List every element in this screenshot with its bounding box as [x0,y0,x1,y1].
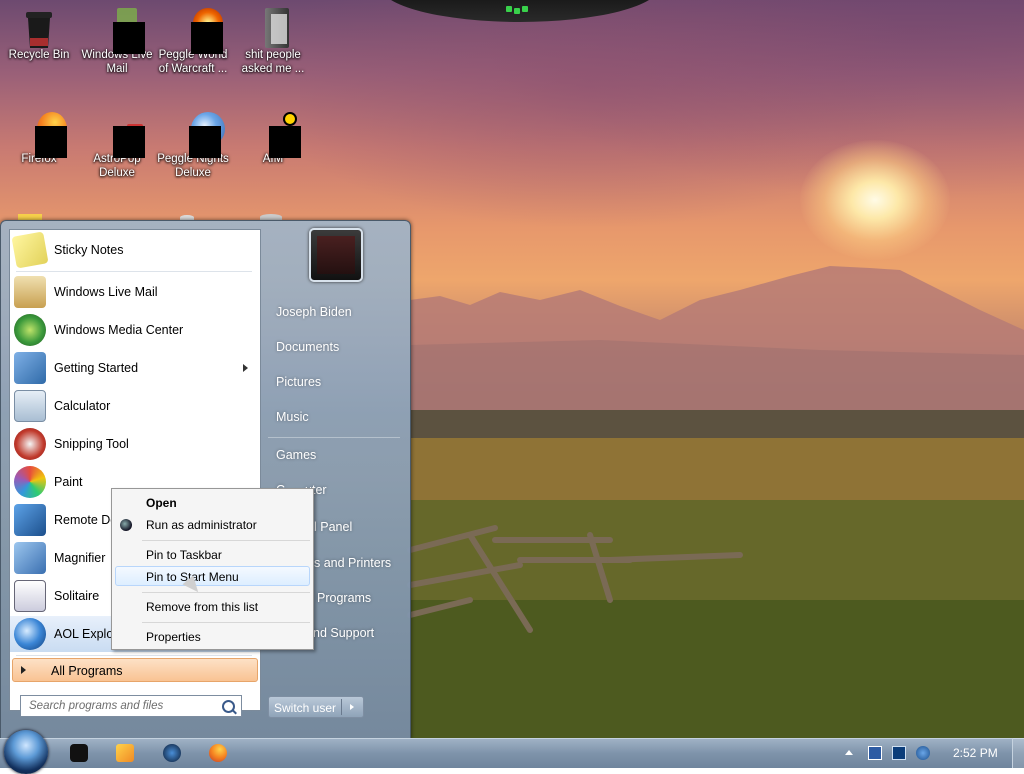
start-right-pictures[interactable]: Pictures [276,375,321,389]
desktop-icon-folder[interactable]: shit people asked me ... [235,8,311,76]
sticky-notes-icon [11,231,49,269]
desktop-icon-label: Recycle Bin [8,49,70,61]
remote-desktop-icon [14,504,46,536]
context-run-as-admin[interactable]: Run as administrator [146,518,257,532]
network-icon[interactable] [868,746,882,760]
submenu-arrow-icon [243,364,248,372]
pinned-separator [16,271,252,272]
astropop-icon [99,112,145,158]
recycle-bin-icon [21,8,57,48]
snipping-tool-icon [14,428,46,460]
right-separator [268,437,400,438]
firefox-icon [21,112,67,158]
shutdown-options-arrow-icon[interactable] [350,704,354,710]
start-right-devices-printers[interactable]: s and Printers [314,556,391,570]
context-open[interactable]: Open [146,496,177,510]
display-icon[interactable] [892,746,906,760]
start-right-music[interactable]: Music [276,410,309,424]
context-separator [142,592,310,593]
program-sticky-notes[interactable]: Sticky Notes [10,231,260,269]
start-right-default-programs[interactable]: Programs [317,591,371,605]
desktop-icon-label: shit people asked me ... [241,49,305,75]
desktop-icon-windows-live-mail[interactable]: Windows Live Mail [79,8,155,76]
magnifier-icon [14,542,46,574]
folder-icon [255,8,291,48]
start-right-help-support[interactable]: nd Support [313,626,374,640]
program-windows-media-center[interactable]: Windows Media Center [10,312,260,348]
calculator-icon [14,390,46,422]
desktop-icon-aim[interactable]: AIM [235,112,311,166]
start-right-documents[interactable]: Documents [276,340,339,354]
paint-icon [14,466,46,498]
peggle-icon [175,8,223,54]
all-programs-separator [16,655,252,656]
switch-user-button[interactable]: Switch user [268,696,364,718]
context-separator [142,540,310,541]
media-player-icon[interactable] [116,744,134,762]
program-calculator[interactable]: Calculator [10,388,260,424]
aim-icon [255,112,301,158]
desktop-icon-peggle-nights[interactable]: Peggle Nights Deluxe [155,112,231,180]
desktop-icon-astropop[interactable]: AstroPop Deluxe [79,112,155,180]
volume-icon[interactable] [916,746,930,760]
aol-icon[interactable] [163,744,181,762]
context-remove-from-list[interactable]: Remove from this list [146,600,258,614]
mail-icon [14,276,46,308]
windows-live-mail-icon [99,8,145,54]
peggle-nights-icon [175,112,225,158]
program-snipping-tool[interactable]: Snipping Tool [10,426,260,462]
search-placeholder: Search programs and files [29,700,164,712]
start-right-control-panel[interactable]: l Panel [314,520,352,534]
context-properties[interactable]: Properties [146,630,201,644]
context-pin-taskbar[interactable]: Pin to Taskbar [146,548,222,562]
user-avatar[interactable] [309,228,363,282]
program-windows-live-mail[interactable]: Windows Live Mail [10,274,260,310]
desktop-icon-peggle-wow[interactable]: Peggle World of Warcraft ... [155,8,231,76]
search-box[interactable]: Search programs and files [20,695,242,717]
app-icon[interactable] [70,744,88,762]
context-separator [142,622,310,623]
show-desktop-button[interactable] [1012,738,1024,768]
getting-started-icon [14,352,46,384]
media-center-icon [14,314,46,346]
solitaire-icon [14,580,46,612]
program-getting-started[interactable]: Getting Started [10,350,260,386]
uac-shield-icon [120,519,132,531]
all-programs-button[interactable]: All Programs [12,658,258,682]
context-menu: Open Run as administrator Pin to Taskbar… [111,488,314,650]
desktop-icon-recycle-bin[interactable]: Recycle Bin [1,8,77,62]
start-orb-icon[interactable] [4,730,48,774]
firefox-icon[interactable] [209,744,227,762]
desktop-icon-firefox[interactable]: Firefox [1,112,77,166]
switch-user-divider [341,699,342,715]
start-right-user[interactable]: Joseph Biden [276,305,352,319]
start-right-games[interactable]: Games [276,448,316,462]
aol-explorer-icon [14,618,46,650]
start-menu: Sticky Notes Windows Live Mail Windows M… [0,220,411,739]
show-hidden-icons-icon[interactable] [845,750,853,755]
taskbar-clock[interactable]: 2:52 PM [953,746,998,760]
all-programs-arrow-icon [21,666,26,674]
search-icon[interactable] [222,700,235,713]
